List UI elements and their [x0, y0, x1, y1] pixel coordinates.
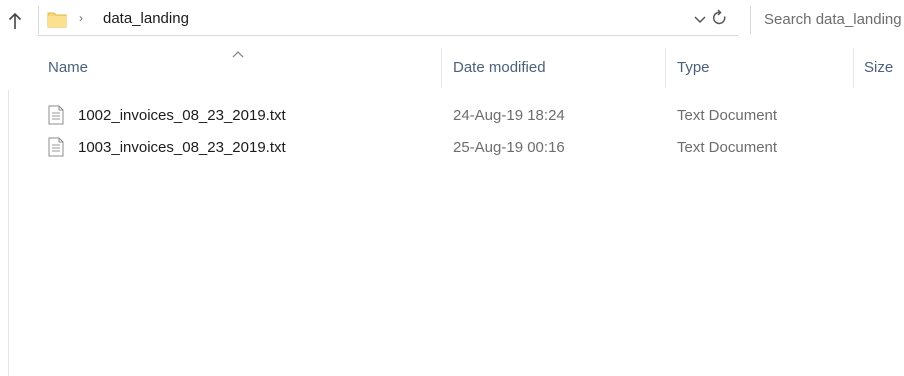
address-dropdown-button[interactable] [693, 13, 707, 27]
file-date-modified: 24-Aug-19 18:24 [453, 107, 565, 124]
search-divider [750, 6, 751, 34]
column-header-size[interactable]: Size [864, 59, 893, 76]
column-header-row: Name Date modified Type Size [0, 44, 904, 92]
column-divider[interactable] [853, 48, 854, 88]
up-arrow-icon [8, 12, 22, 29]
file-name: 1003_invoices_08_23_2019.txt [78, 139, 286, 156]
column-header-type[interactable]: Type [677, 59, 710, 76]
column-header-date-modified[interactable]: Date modified [453, 59, 546, 76]
refresh-icon [712, 9, 726, 25]
address-bar-divider [38, 6, 39, 34]
folder-icon [47, 12, 67, 28]
file-type: Text Document [677, 139, 778, 156]
column-header-name[interactable]: Name [48, 59, 88, 76]
pane-divider [8, 90, 9, 376]
chevron-down-icon [694, 16, 706, 24]
file-date-modified: 25-Aug-19 00:16 [453, 139, 565, 156]
column-divider[interactable] [441, 48, 442, 88]
text-file-icon [48, 105, 64, 125]
file-explorer-window: › data_landing Name Date modified Type S… [0, 0, 904, 376]
file-row[interactable]: 1003_invoices_08_23_2019.txt 25-Aug-19 0… [40, 132, 860, 164]
file-type: Text Document [677, 107, 778, 124]
file-row[interactable]: 1002_invoices_08_23_2019.txt 24-Aug-19 1… [40, 100, 860, 132]
file-name: 1002_invoices_08_23_2019.txt [78, 107, 286, 124]
column-divider[interactable] [665, 48, 666, 88]
refresh-button[interactable] [711, 8, 729, 28]
chevron-right-icon: › [79, 11, 83, 25]
up-button[interactable] [6, 10, 24, 32]
sort-ascending-icon [232, 51, 244, 58]
search-input[interactable] [764, 5, 904, 33]
navigation-bar: › data_landing [0, 0, 904, 40]
text-file-icon [48, 137, 64, 157]
breadcrumb-data-landing[interactable]: data_landing [103, 10, 189, 27]
